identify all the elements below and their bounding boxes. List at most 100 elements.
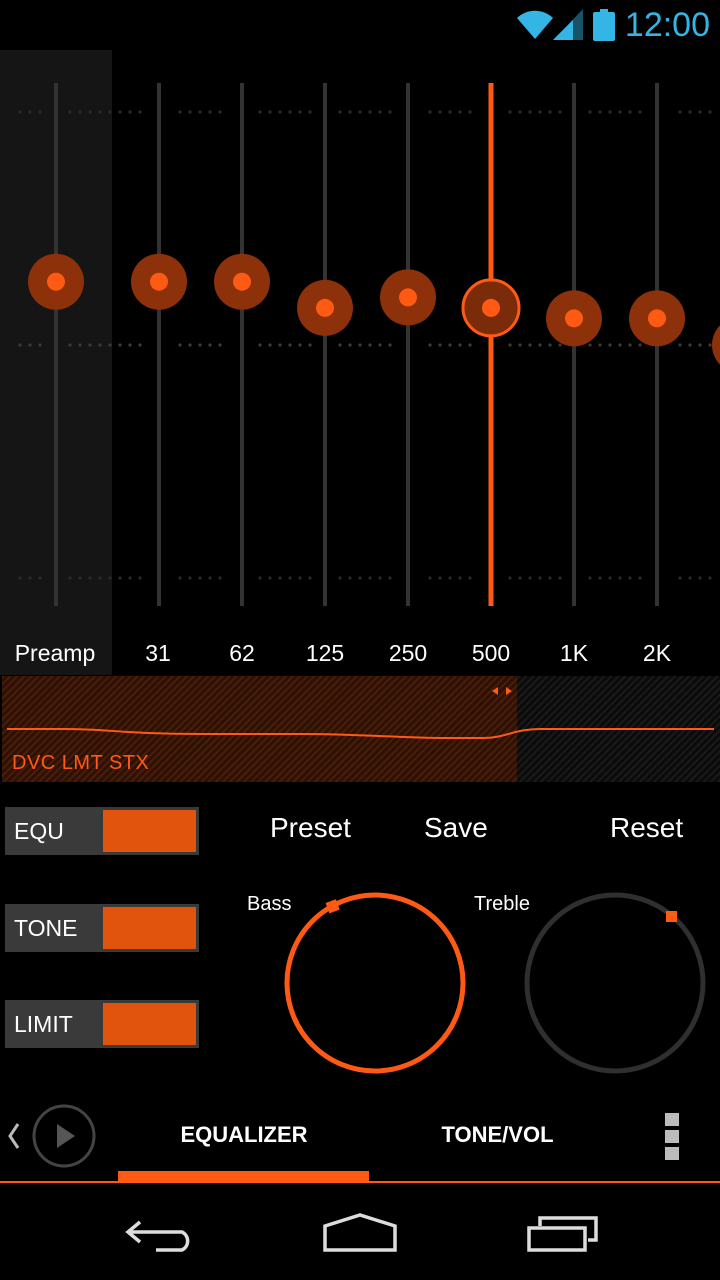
tone-toggle[interactable]: TONE: [5, 904, 199, 952]
overflow-menu-icon[interactable]: [664, 1112, 680, 1162]
grid-dot: [428, 110, 432, 114]
grid-dot: [188, 110, 192, 114]
grid-dot: [548, 110, 552, 114]
preset-button[interactable]: Preset: [270, 812, 351, 844]
grid-dot: [348, 110, 352, 114]
reset-button[interactable]: Reset: [610, 812, 683, 844]
slider-thumb-dot-1: [150, 272, 168, 291]
grid-dot: [138, 110, 142, 114]
grid-dot: [108, 576, 112, 580]
grid-dot: [438, 343, 442, 347]
grid-dot: [638, 343, 642, 347]
tab-equalizer[interactable]: EQUALIZER: [150, 1122, 338, 1148]
grid-dot: [528, 576, 532, 580]
grid-dot: [678, 576, 682, 580]
save-button[interactable]: Save: [424, 812, 488, 844]
grid-dot: [618, 110, 622, 114]
navigation-bar: [0, 1186, 720, 1280]
grid-dot: [218, 110, 222, 114]
tab-tone-vol[interactable]: TONE/VOL: [405, 1122, 590, 1148]
slider-thumb-dot-6: [565, 309, 583, 328]
grid-dot: [558, 576, 562, 580]
grid-dot: [308, 576, 312, 580]
grid-dot: [338, 110, 342, 114]
slider-thumb-dot-5: [482, 298, 500, 317]
grid-dot: [198, 343, 202, 347]
grid-dot: [298, 576, 302, 580]
grid-dot: [518, 576, 522, 580]
tone-toggle-knob: [103, 907, 196, 949]
grid-dot: [298, 110, 302, 114]
grid-dot: [28, 343, 32, 347]
status-bar: 12:00: [0, 0, 720, 50]
signal-icon: [553, 9, 583, 40]
grid-dot: [528, 343, 532, 347]
equ-toggle[interactable]: EQU: [5, 807, 199, 855]
grid-dot: [628, 110, 632, 114]
grid-dot: [518, 343, 522, 347]
grid-dot: [288, 576, 292, 580]
wifi-icon: [517, 10, 553, 39]
grid-dot: [638, 576, 642, 580]
grid-dot: [108, 343, 112, 347]
grid-dot: [68, 110, 72, 114]
grid-dot: [618, 576, 622, 580]
chevron-left-icon[interactable]: [4, 1120, 24, 1152]
grid-dot: [468, 343, 472, 347]
grid-dot: [628, 343, 632, 347]
grid-dot: [38, 576, 42, 580]
grid-dot: [308, 110, 312, 114]
recent-apps-icon[interactable]: [526, 1214, 600, 1256]
grid-dot: [458, 343, 462, 347]
grid-dot: [118, 343, 122, 347]
grid-dot: [608, 343, 612, 347]
grid-dot: [378, 576, 382, 580]
grid-dot: [558, 343, 562, 347]
grid-dot: [78, 110, 82, 114]
clock: 12:00: [624, 6, 710, 44]
play-icon: [57, 1124, 75, 1148]
grid-dot: [548, 576, 552, 580]
grid-dot: [428, 576, 432, 580]
grid-dot: [298, 343, 302, 347]
band-label-preamp: Preamp: [14, 640, 96, 666]
grid-dot: [198, 576, 202, 580]
grid-dot: [38, 110, 42, 114]
grid-dot: [708, 110, 712, 114]
grid-dot: [268, 343, 272, 347]
limit-toggle[interactable]: LIMIT: [5, 1000, 199, 1048]
tone-toggle-label: TONE: [14, 915, 78, 941]
play-button[interactable]: [30, 1103, 98, 1169]
equalizer-sliders[interactable]: [0, 50, 720, 675]
grid-dot: [508, 576, 512, 580]
grid-dot: [78, 343, 82, 347]
grid-dot: [98, 576, 102, 580]
bass-knob[interactable]: [280, 888, 470, 1078]
grid-dot: [278, 110, 282, 114]
active-tab-indicator: [118, 1171, 369, 1183]
grid-dot: [278, 576, 282, 580]
grid-dot: [358, 576, 362, 580]
grid-dot: [538, 343, 542, 347]
treble-knob[interactable]: [520, 888, 710, 1078]
back-icon[interactable]: [124, 1214, 196, 1254]
grid-dot: [288, 343, 292, 347]
grid-dot: [538, 110, 542, 114]
grid-dot: [98, 343, 102, 347]
grid-dot: [588, 110, 592, 114]
grid-dot: [308, 343, 312, 347]
slider-thumb-dot-0: [47, 272, 65, 291]
grid-dot: [358, 110, 362, 114]
grid-dot: [348, 343, 352, 347]
grid-dot: [448, 343, 452, 347]
frequency-response-view[interactable]: DVC LMT STX: [2, 676, 720, 782]
grid-dot: [78, 576, 82, 580]
home-icon[interactable]: [322, 1212, 398, 1254]
grid-dot: [628, 576, 632, 580]
grid-dot: [118, 576, 122, 580]
grid-dot: [438, 110, 442, 114]
band-label-2k: 2K: [642, 640, 672, 666]
equ-toggle-knob: [103, 810, 196, 852]
grid-dot: [128, 576, 132, 580]
grid-dot: [448, 576, 452, 580]
